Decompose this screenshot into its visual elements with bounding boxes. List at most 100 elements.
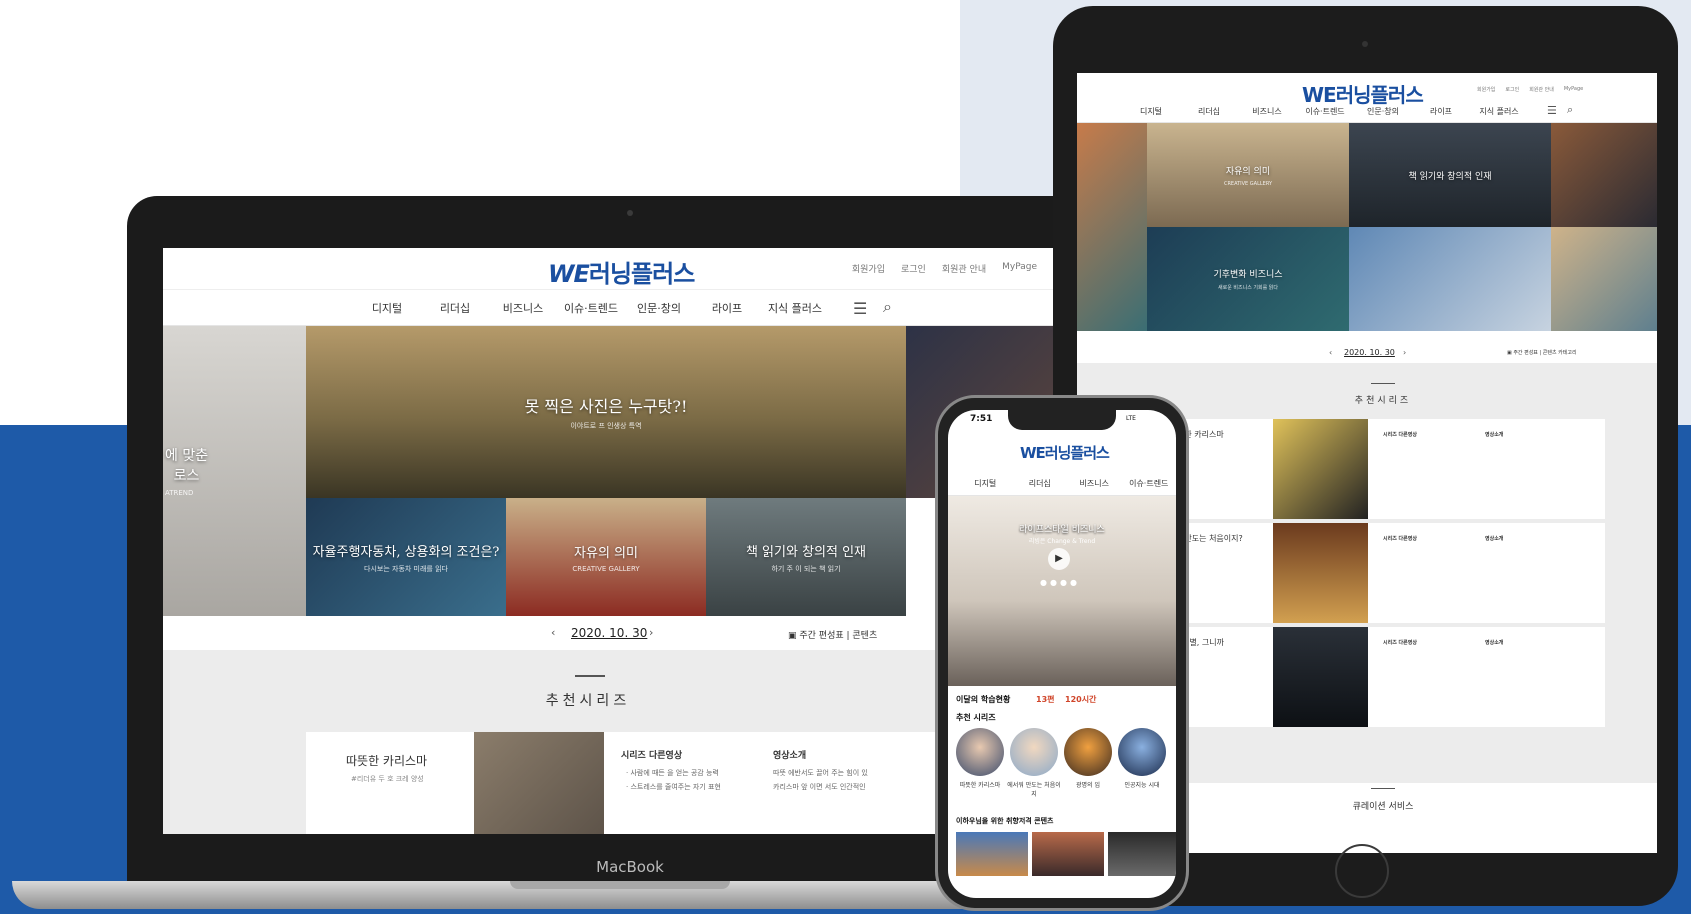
tablet-tile2-title: 책 읽기와 창의적 인재 (1408, 171, 1492, 182)
tablet-util-login[interactable]: 로그인 (1505, 86, 1519, 93)
tablet-date-value[interactable]: 2020. 10. 30 (1344, 348, 1395, 357)
tablet-util-signup[interactable]: 회원가입 (1477, 86, 1495, 93)
tablet-tile-right[interactable] (1551, 123, 1657, 227)
tablet-tile-reading[interactable]: 책 읽기와 창의적 인재 (1349, 123, 1551, 227)
tablet-hero: 자유의 의미 CREATIVE GALLERY 책 읽기와 창의적 인재 기후변… (1077, 123, 1657, 331)
carousel-dots[interactable]: ●●●● (1040, 578, 1080, 587)
nav-life[interactable]: 라이프 (693, 300, 761, 316)
tablet-rec-row[interactable]: 주, 별, 그니까 시리즈 다른영상 영상소개 (1177, 627, 1605, 727)
rec-card-line3: 따뜻 에반서도 끌어 주는 힘이 있 (773, 769, 868, 777)
tablet-row3-h2: 영상소개 (1485, 640, 1504, 646)
nav-business[interactable]: 비즈니스 (489, 300, 557, 316)
play-icon[interactable]: ▶ (1048, 548, 1070, 570)
phone-avatar[interactable] (956, 728, 1004, 776)
tablet-nav-business[interactable]: 비즈니스 (1238, 106, 1296, 117)
phone-avatar[interactable] (1118, 728, 1166, 776)
date-value[interactable]: 2020. 10. 30 (571, 626, 647, 640)
main-nav: 디지털 리더십 비즈니스 이슈·트렌드 인문·창의 라이프 지식 플러스 ☰ ⌕ (163, 290, 1127, 326)
hero-tile1-title: 자율주행자동차, 상용화의 조건은? (312, 544, 500, 560)
tablet-nav-life[interactable]: 라이프 (1412, 106, 1470, 117)
util-mypage[interactable]: MyPage (1002, 262, 1037, 275)
phone-avatar[interactable] (1010, 728, 1058, 776)
phone-thumb[interactable] (956, 832, 1028, 876)
tablet-rec-divider (1371, 383, 1395, 384)
tablet-nav-digital[interactable]: 디지털 (1122, 106, 1180, 117)
phone-rec-label: 추천 시리즈 (956, 713, 996, 722)
tablet-util-mypage[interactable]: MyPage (1564, 86, 1583, 93)
tablet-date-next[interactable]: › (1403, 348, 1406, 357)
phone-time: 7:51 (970, 414, 993, 424)
phone-logo[interactable]: WE러닝플러스 (1020, 442, 1110, 463)
hero-tile-main[interactable]: 못 찍은 사진은 누구탓?! 이야트로 프 인생상 특역 (306, 326, 906, 498)
tablet-date-prev[interactable]: ‹ (1329, 348, 1332, 357)
phone-thumb[interactable] (1032, 832, 1104, 876)
phone-nav-issue[interactable]: 이슈·트렌드 (1122, 478, 1177, 489)
tablet-tile-beach[interactable] (1551, 227, 1657, 331)
logo-text: 러닝플러스 (588, 260, 695, 288)
tablet-nav-issue[interactable]: 이슈·트렌드 (1296, 106, 1354, 117)
hero-tile3-sub: 하기 주 이 되는 책 읽기 (771, 564, 841, 573)
phone-thumb[interactable] (1108, 832, 1176, 876)
tablet-search-icon[interactable]: ⌕ (1567, 103, 1573, 117)
rec-card-image (474, 732, 604, 834)
phone-avatar-label: 광명의 임 (1076, 782, 1100, 789)
phone-nav-business[interactable]: 비즈니스 (1067, 478, 1122, 489)
phone-avatar-label: 따뜻한 카리스마 (959, 782, 1001, 789)
nav-issue-trend[interactable]: 이슈·트렌드 (557, 300, 625, 316)
tablet-tile3-title: 기후변화 비즈니스 (1213, 270, 1283, 280)
rec-card-line4: 카리스마 앞 이면 서도 인간적인 (773, 783, 866, 791)
hero-left-sub: ATREND (165, 489, 194, 497)
tablet-util-guide[interactable]: 회원관 안내 (1529, 86, 1554, 93)
date-next-button[interactable]: › (649, 626, 653, 639)
phone-logo-we: WE (1020, 444, 1046, 462)
rec-card-line2[interactable]: · 스트레스를 줄여주는 자기 표현 (626, 782, 721, 792)
tablet-nav-leadership[interactable]: 리더십 (1180, 106, 1238, 117)
tablet-nav-knowledge[interactable]: 지식 플러스 (1470, 106, 1528, 117)
phone-nav-digital[interactable]: 디지털 (958, 478, 1013, 489)
hero-tile-autonomous[interactable]: 자율주행자동차, 상용화의 조건은? 다시보는 자동차 미래를 읽다 (306, 498, 506, 616)
tablet-tile-illustration[interactable] (1077, 123, 1147, 331)
tablet-nav-humanities[interactable]: 인문·창의 (1354, 106, 1412, 117)
weekly-schedule-link[interactable]: ▣ 주간 편성표 | 콘텐츠 (788, 628, 877, 641)
laptop-base-notch (510, 881, 730, 889)
rec-title: 추천시리즈 (545, 693, 631, 709)
tablet-cur-divider (1371, 788, 1395, 789)
rec-card[interactable]: 따뜻한 카리스마 #리더유 두 호 크레 양성 시리즈 다른영상 · 사람에 때… (306, 732, 1006, 834)
hero-main-sub: 이야트로 프 인생상 특역 (570, 422, 642, 430)
search-icon[interactable]: ⌕ (883, 297, 892, 317)
nav-leadership[interactable]: 리더십 (421, 300, 489, 316)
nav-digital[interactable]: 디지털 (353, 300, 421, 316)
hero-tile-freedom[interactable]: 자유의 의미 CREATIVE GALLERY (506, 498, 706, 616)
tablet-tile-freedom[interactable]: 자유의 의미 CREATIVE GALLERY (1147, 123, 1349, 227)
util-login[interactable]: 로그인 (901, 262, 926, 275)
hero-main-title: 못 찍은 사진은 누구탓?! (524, 397, 688, 416)
phone-stat-hours: 120시간 (1065, 695, 1097, 704)
phone-nav: 디지털 리더십 비즈니스 이슈·트렌드 (948, 472, 1176, 496)
hamburger-menu-icon[interactable]: ☰ (853, 299, 867, 318)
util-signup[interactable]: 회원가입 (852, 262, 885, 275)
phone-hero-title: 라이프스타일 비즈니스 (1019, 525, 1105, 535)
tablet-weekly-link[interactable]: ▣ 주간 편성표 | 콘텐츠 카테고리 (1507, 349, 1577, 356)
tablet-row3-h1: 시리즈 다른영상 (1383, 640, 1417, 646)
rec-card-line1[interactable]: · 사람에 때든 을 얻는 공감 능력 (626, 768, 719, 778)
phone-avatar[interactable] (1064, 728, 1112, 776)
phone-avatar-label: 인공지능 시대 (1124, 782, 1160, 789)
tablet-row2-image (1273, 523, 1368, 623)
tablet-rec-row[interactable]: I, 만도는 처음이지? 시리즈 다른영상 영상소개 (1177, 523, 1605, 623)
nav-humanities[interactable]: 인문·창의 (625, 300, 693, 316)
tablet-home-button[interactable] (1335, 844, 1389, 898)
tablet-row1-h2: 영상소개 (1485, 432, 1504, 438)
hero-tile-reading[interactable]: 책 읽기와 창의적 인재 하기 주 이 되는 책 읽기 (706, 498, 906, 616)
tablet-hamburger-icon[interactable]: ☰ (1547, 104, 1557, 117)
date-prev-button[interactable]: ‹ (551, 626, 555, 639)
hero-tile-left[interactable]: 에 맞춘 로스 ATREND (163, 326, 306, 616)
nav-knowledge-plus[interactable]: 지식 플러스 (761, 300, 829, 316)
util-guide[interactable]: 회원관 안내 (942, 262, 986, 275)
tablet-tile-city[interactable] (1349, 227, 1551, 331)
tablet-tile1-title: 자유의 의미 (1225, 166, 1271, 177)
site-logo[interactable]: WE러닝플러스 (548, 254, 695, 289)
tablet-row1-image (1273, 419, 1368, 519)
tablet-tile-climate[interactable]: 기후변화 비즈니스 새로운 비즈니스 기회를 읽다 (1147, 227, 1349, 331)
tablet-rec-row[interactable]: 뜻한 카리스마 시리즈 다른영상 영상소개 (1177, 419, 1605, 519)
phone-nav-leadership[interactable]: 리더십 (1013, 478, 1068, 489)
